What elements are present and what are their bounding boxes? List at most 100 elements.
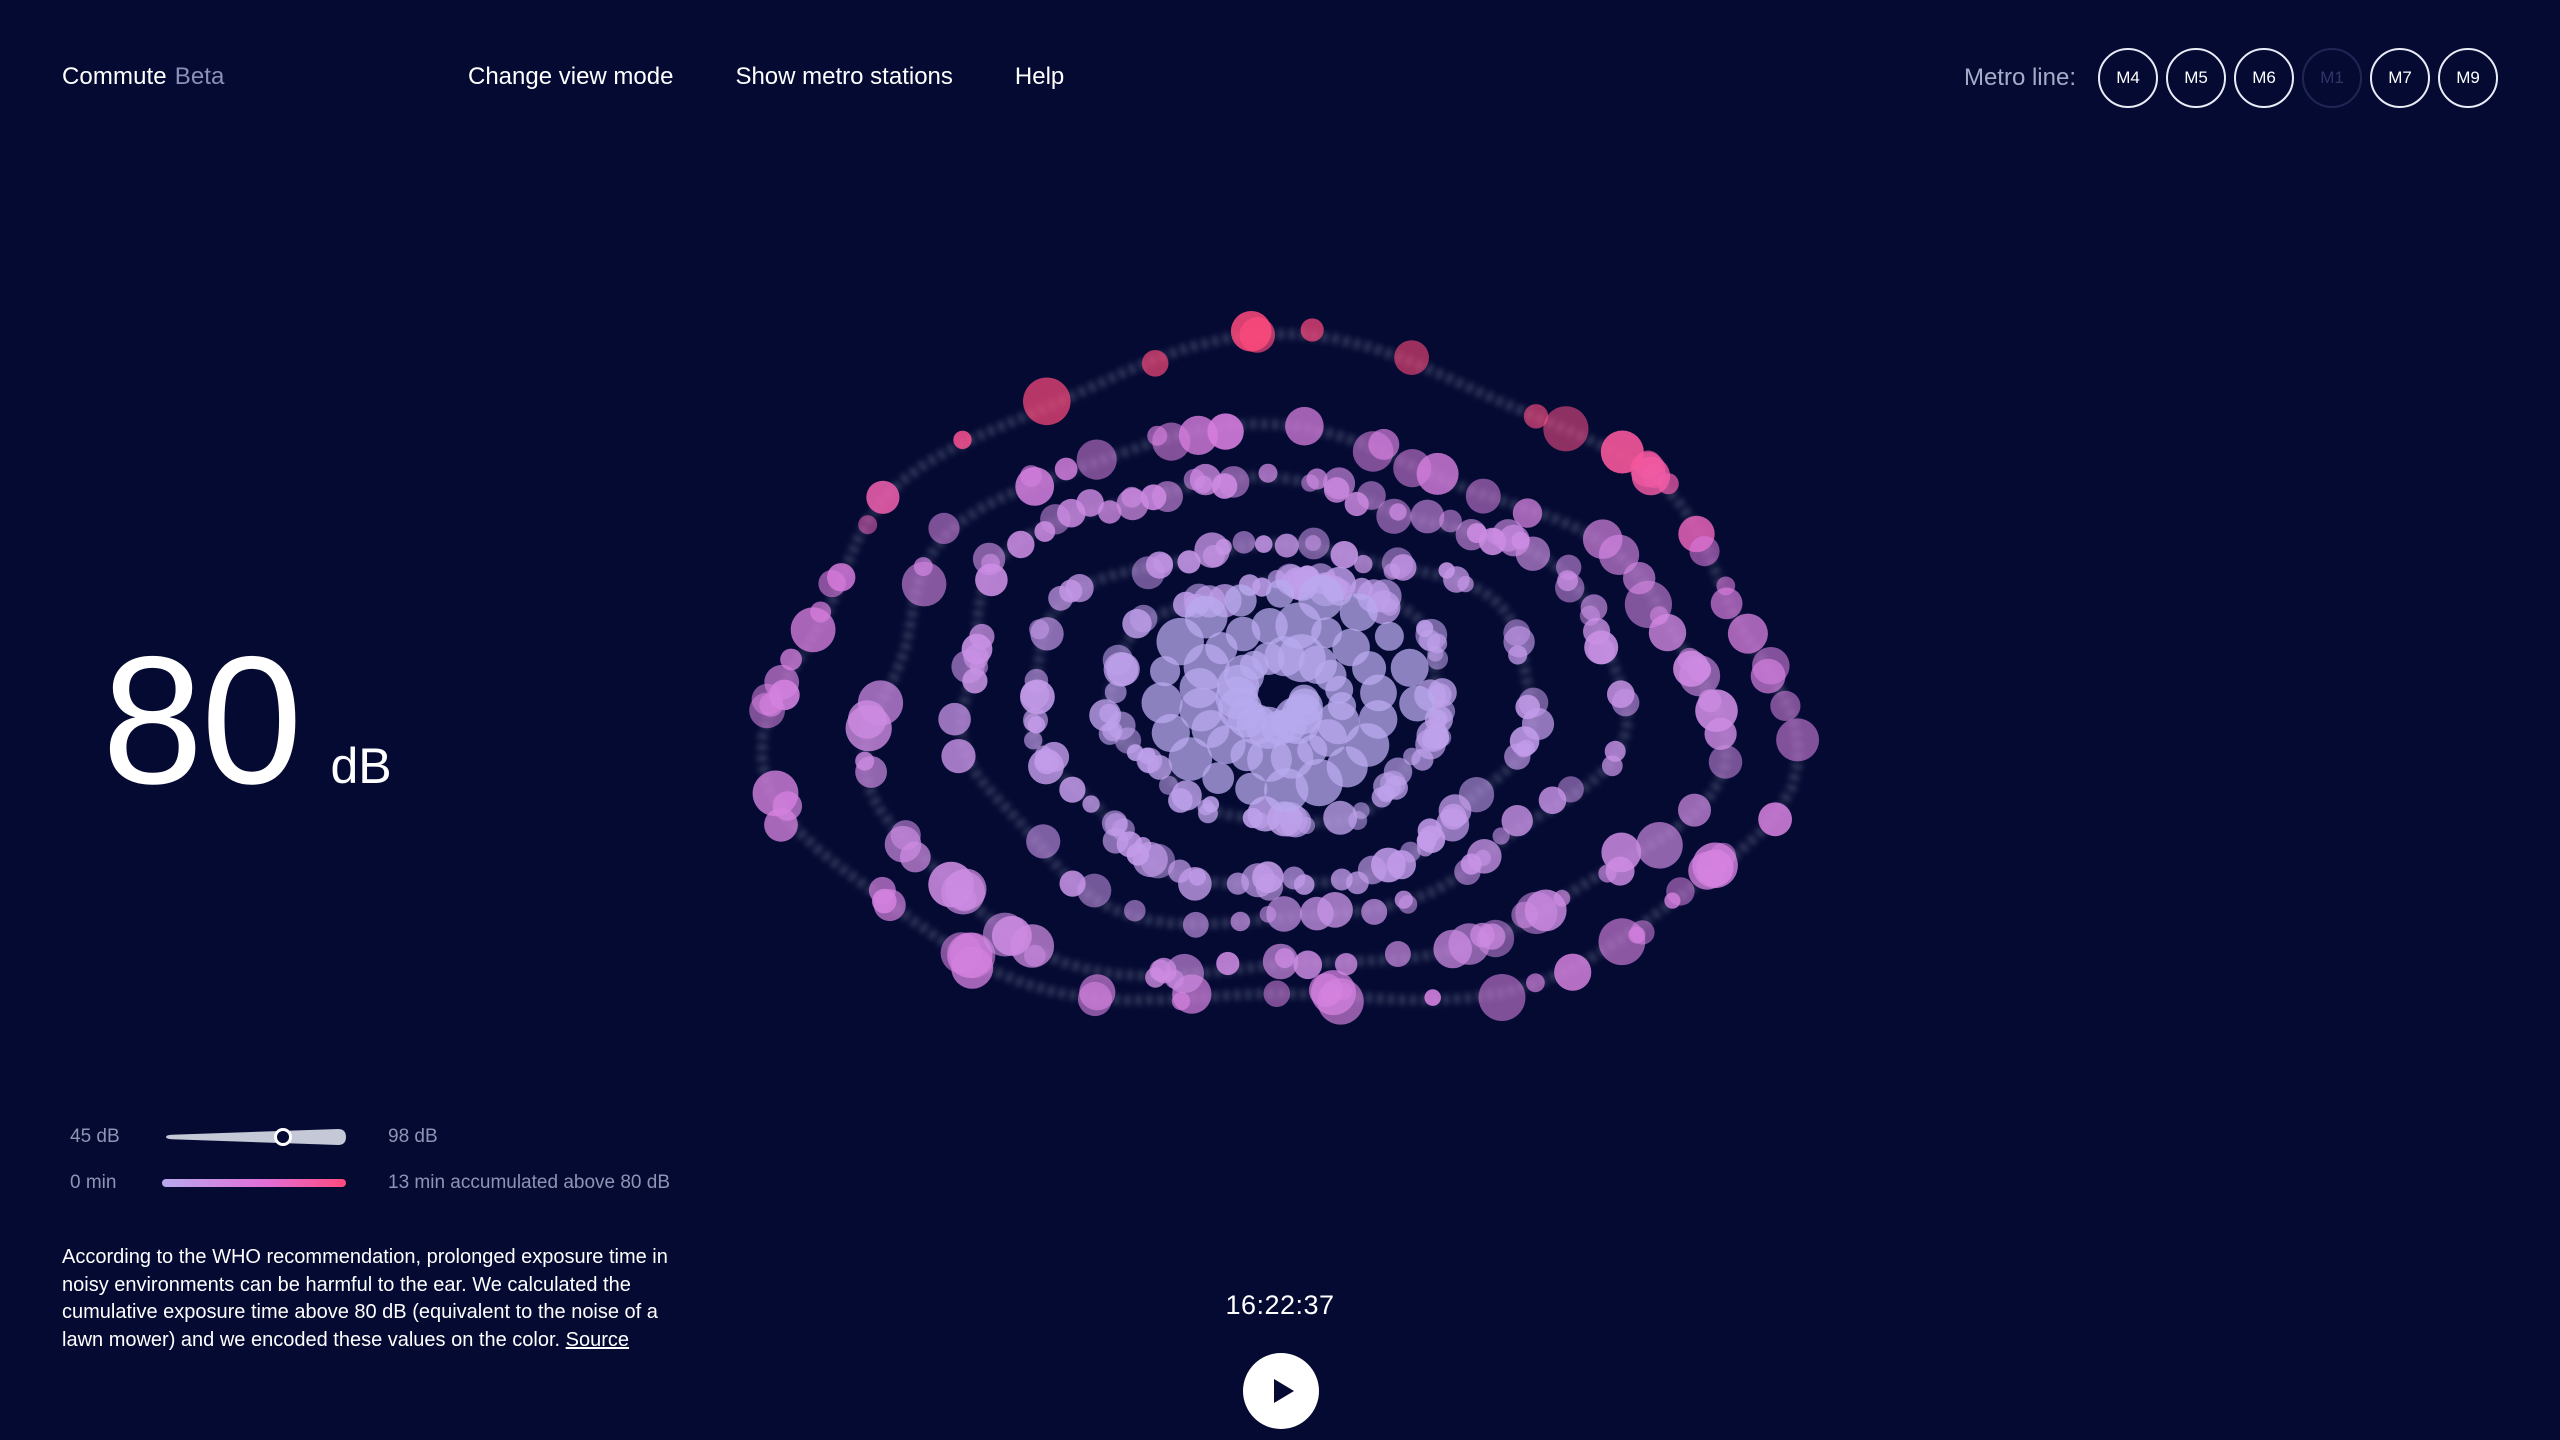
noise-point <box>1168 788 1193 813</box>
decibel-slider[interactable] <box>162 1126 346 1148</box>
noise-point <box>1361 898 1388 925</box>
noise-point <box>1059 579 1083 603</box>
noise-point <box>1352 651 1387 686</box>
noise-point <box>1149 959 1172 982</box>
noise-point <box>1279 806 1312 838</box>
noise-point <box>1295 759 1343 807</box>
noise-point <box>1411 748 1434 771</box>
noise-point <box>1427 633 1448 654</box>
noise-point <box>1678 515 1715 553</box>
source-link[interactable]: Source <box>566 1329 629 1351</box>
help-link[interactable]: Help <box>1015 62 1064 92</box>
noise-point <box>1015 467 1055 506</box>
metro-trail <box>756 329 1804 1006</box>
noise-point <box>855 756 887 788</box>
metro-line-m6-button[interactable]: M6 <box>2234 48 2294 108</box>
noise-point <box>1504 743 1531 770</box>
noise-point <box>1399 685 1436 722</box>
noise-point <box>1059 776 1086 803</box>
noise-point <box>1435 808 1470 842</box>
noise-point <box>1126 843 1150 866</box>
exposure-color-bar <box>162 1179 346 1187</box>
change-view-mode-link[interactable]: Change view mode <box>468 62 673 92</box>
noise-point <box>1403 747 1421 766</box>
noise-point <box>1183 583 1214 614</box>
noise-point <box>1065 574 1094 603</box>
noise-point <box>1604 740 1626 762</box>
noise-point <box>1159 775 1179 795</box>
show-metro-stations-link[interactable]: Show metro stations <box>735 62 952 92</box>
metro-trail <box>956 472 1632 930</box>
noise-point <box>1208 584 1242 618</box>
noise-point <box>1048 585 1073 611</box>
metro-line-m9-button[interactable]: M9 <box>2438 48 2498 108</box>
noise-point <box>1317 978 1364 1025</box>
noise-point <box>1389 554 1417 581</box>
noise-point <box>1554 953 1592 991</box>
noise-point <box>1104 813 1128 836</box>
noise-point <box>1695 689 1738 732</box>
noise-point <box>1297 816 1316 835</box>
noise-point <box>1270 736 1314 779</box>
noise-point <box>1294 565 1321 593</box>
noise-point <box>1417 825 1446 854</box>
noise-point <box>1267 569 1287 589</box>
noise-point <box>1193 585 1226 618</box>
noise-point <box>1267 801 1302 837</box>
noise-point <box>1202 762 1235 794</box>
metro-line-m1-button[interactable]: M1 <box>2302 48 2362 108</box>
noise-point <box>1207 413 1244 450</box>
noise-point <box>972 542 1006 576</box>
noise-point <box>1023 377 1071 426</box>
noise-point <box>951 946 994 989</box>
noise-point <box>1438 794 1472 827</box>
noise-point <box>1218 687 1262 731</box>
noise-point <box>1099 703 1119 724</box>
noise-point <box>1106 652 1140 686</box>
noise-point <box>953 430 972 450</box>
metro-line-m7-button[interactable]: M7 <box>2370 48 2430 108</box>
noise-point <box>1373 772 1402 801</box>
noise-point <box>1150 656 1181 687</box>
noise-point <box>1140 484 1167 511</box>
noise-point <box>1321 982 1342 1004</box>
decibel-min-label: 45 dB <box>70 1126 120 1147</box>
noise-point <box>1524 889 1567 932</box>
noise-point <box>1079 974 1116 1011</box>
noise-point <box>1153 553 1173 574</box>
noise-point <box>1393 449 1432 488</box>
noise-point <box>1455 519 1488 551</box>
noise-point <box>1428 709 1448 729</box>
noise-point <box>1252 577 1272 597</box>
noise-point <box>951 649 985 684</box>
noise-point <box>1300 318 1324 342</box>
noise-point <box>1215 676 1259 720</box>
noise-point <box>818 569 846 598</box>
noise-point <box>1630 452 1666 488</box>
noise-point <box>1704 717 1737 751</box>
noise-point <box>1512 498 1543 528</box>
noise-point <box>1416 452 1459 495</box>
noise-point <box>1102 827 1129 854</box>
noise-point <box>1770 690 1801 722</box>
noise-point <box>1101 810 1128 837</box>
noise-point <box>1752 647 1790 685</box>
metro-line-m4-button[interactable]: M4 <box>2098 48 2158 108</box>
noise-point <box>1230 911 1251 932</box>
noise-point <box>1252 642 1285 675</box>
noise-point <box>1458 777 1495 813</box>
noise-point <box>1688 851 1726 890</box>
noise-point <box>1152 422 1191 461</box>
noise-point <box>1371 847 1406 883</box>
noise-point <box>1557 776 1584 803</box>
noise-point <box>1649 606 1669 625</box>
play-button[interactable] <box>1243 1353 1319 1429</box>
noise-point <box>1026 824 1061 859</box>
noise-point <box>1357 579 1391 613</box>
noise-point <box>1358 700 1398 739</box>
noise-point <box>1478 527 1507 556</box>
noise-point <box>1623 562 1656 595</box>
noise-point <box>1708 745 1743 779</box>
metro-line-m5-button[interactable]: M5 <box>2166 48 2226 108</box>
noise-point <box>1247 737 1292 782</box>
